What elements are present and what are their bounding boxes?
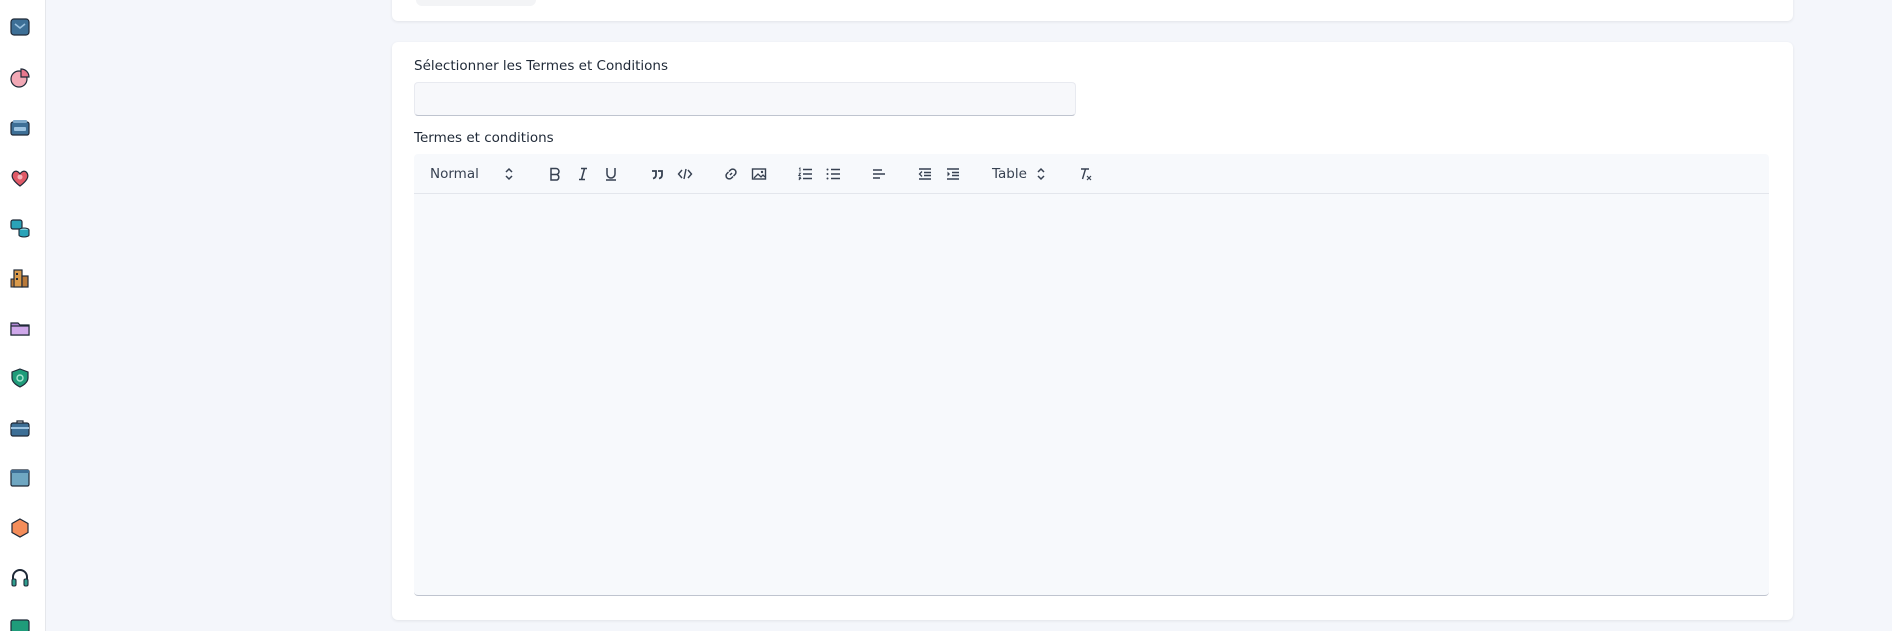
heading-select[interactable]: Normal: [430, 163, 514, 185]
terms-rich-text-editor: Normal Table: [414, 154, 1769, 596]
terms-section-card: Sélectionner les Termes et Conditions Te…: [392, 42, 1793, 620]
quote-icon: [652, 170, 663, 180]
table-select[interactable]: Table: [992, 163, 1046, 185]
blockquote-button[interactable]: [646, 163, 668, 185]
outdent-button[interactable]: [914, 163, 936, 185]
sidebar: [0, 0, 46, 631]
link-button[interactable]: [720, 163, 742, 185]
folder-icon[interactable]: [9, 317, 31, 339]
italic-button[interactable]: [572, 163, 594, 185]
ordered-list-button[interactable]: [794, 163, 816, 185]
shield-icon[interactable]: [9, 367, 31, 389]
select-arrows-icon: [1037, 167, 1045, 181]
bold-button[interactable]: [544, 163, 566, 185]
previous-section-field: [416, 0, 536, 6]
clear-formatting-button[interactable]: [1074, 163, 1096, 185]
pie-chart-icon[interactable]: [9, 67, 31, 89]
briefcase-icon[interactable]: [9, 417, 31, 439]
link-icon: [725, 168, 737, 180]
bullet-list-icon: [826, 168, 840, 180]
card-stack-icon[interactable]: [9, 117, 31, 139]
underline-icon: [606, 168, 616, 181]
image-button[interactable]: [748, 163, 770, 185]
bold-icon: [550, 167, 560, 181]
indent-icon: [947, 168, 959, 180]
browser-window-icon[interactable]: [9, 467, 31, 489]
editor-content-area[interactable]: [414, 195, 1769, 595]
clear-format-icon: [1081, 168, 1092, 181]
heading-select-label: Normal: [430, 166, 479, 182]
table-select-label: Table: [992, 166, 1027, 182]
align-left-icon: [873, 169, 885, 179]
image-icon: [751, 168, 767, 180]
ordered-list-icon: [797, 167, 812, 181]
select-terms-dropdown[interactable]: [414, 82, 1076, 116]
select-terms-label: Sélectionner les Termes et Conditions: [414, 58, 668, 74]
editor-toolbar: Normal Table: [414, 154, 1769, 194]
code-icon: [677, 168, 693, 180]
code-block-button[interactable]: [674, 163, 696, 185]
hexagon-icon[interactable]: [9, 517, 31, 539]
buildings-icon[interactable]: [9, 267, 31, 289]
headset-icon[interactable]: [9, 567, 31, 589]
monitor-icon[interactable]: [9, 617, 31, 631]
inbox-icon[interactable]: [9, 16, 31, 38]
align-button[interactable]: [868, 163, 890, 185]
terms-label: Termes et conditions: [414, 130, 554, 146]
previous-section-card: [392, 0, 1793, 21]
outdent-icon: [918, 168, 931, 180]
bullet-list-button[interactable]: [822, 163, 844, 185]
support-heart-icon[interactable]: [9, 167, 31, 189]
italic-icon: [579, 167, 587, 181]
indent-button[interactable]: [942, 163, 964, 185]
underline-button[interactable]: [600, 163, 622, 185]
select-arrows-icon: [505, 167, 513, 181]
database-icon[interactable]: [9, 217, 31, 239]
